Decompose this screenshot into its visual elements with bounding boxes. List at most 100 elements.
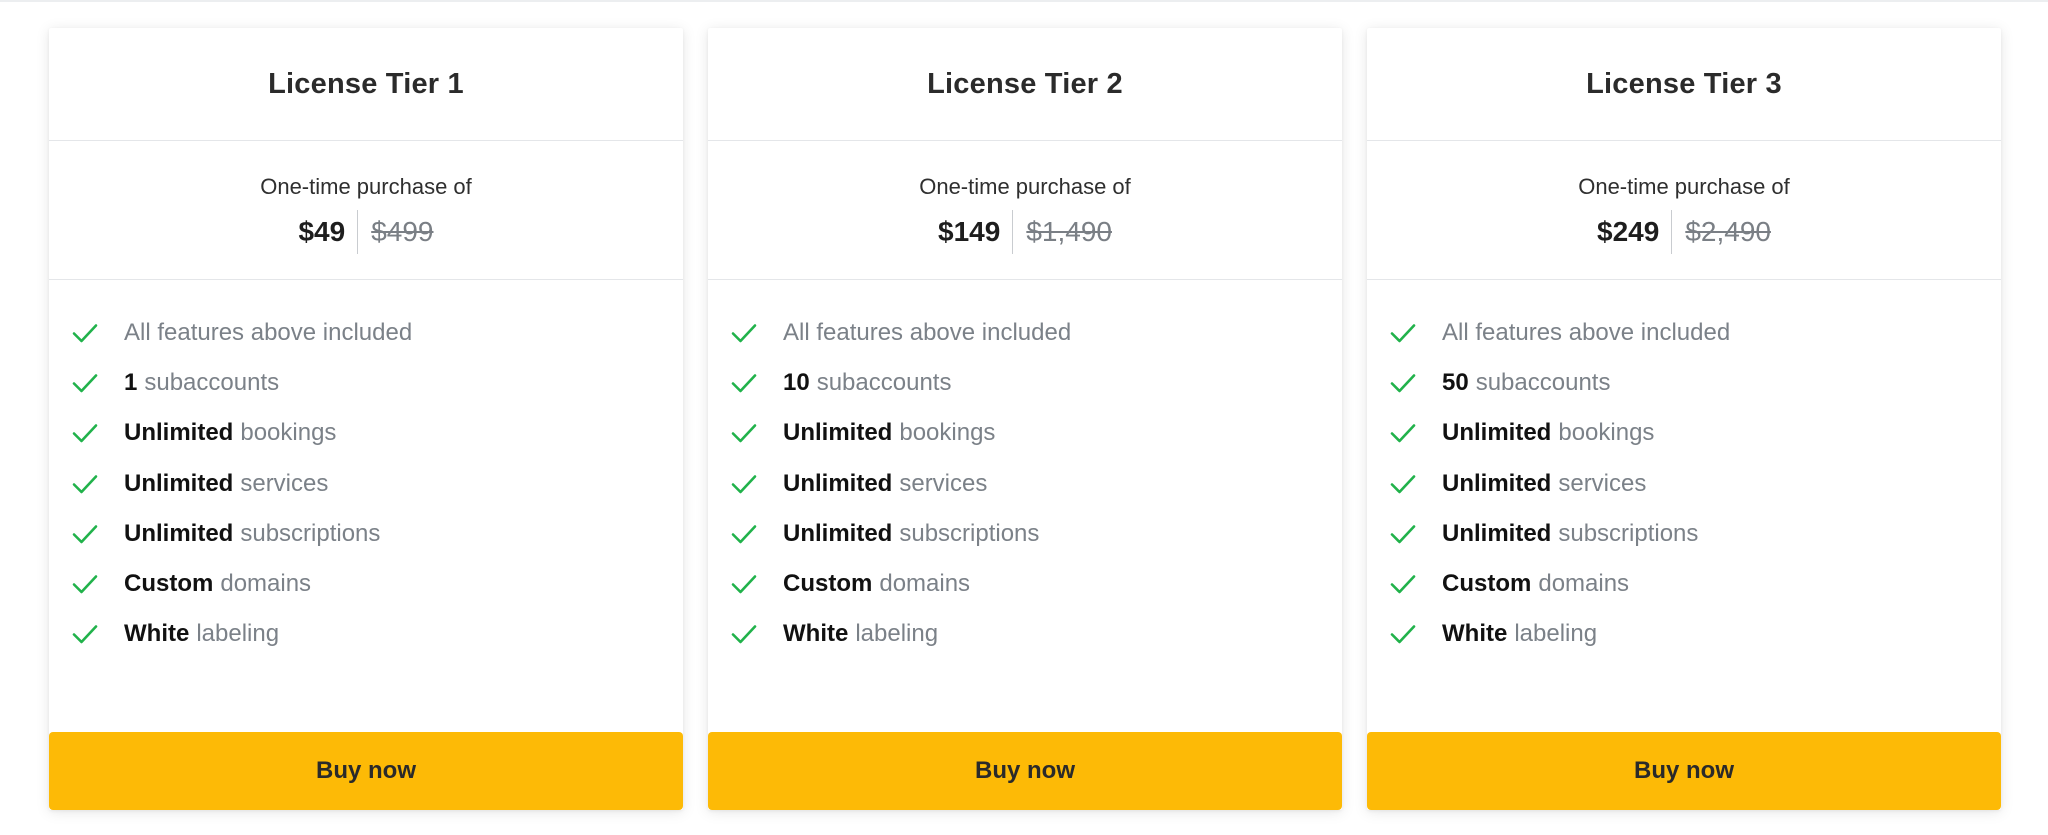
current-price: $49 [298, 210, 359, 254]
check-icon [1389, 622, 1417, 646]
feature-label: bookings [1558, 419, 1655, 447]
feature-highlight: Unlimited [783, 519, 893, 547]
check-icon [1389, 522, 1417, 546]
feature-label: bookings [240, 419, 337, 447]
feature-highlight: White [124, 620, 190, 648]
price-caption: One-time purchase of [260, 174, 472, 199]
current-price: $249 [1597, 210, 1673, 254]
feature-label: bookings [899, 419, 996, 447]
feature-text: White labeling [1442, 620, 1597, 648]
feature-label: subscriptions [899, 519, 1040, 547]
check-icon [730, 522, 758, 546]
feature-label: All features above included [1442, 319, 1731, 347]
feature-item: Unlimited services [1389, 459, 2001, 509]
buy-now-button[interactable]: Buy now [1367, 732, 2001, 810]
feature-label: domains [879, 570, 971, 598]
card-header: License Tier 3 [1367, 28, 2001, 141]
feature-item: Unlimited subscriptions [1389, 509, 2001, 559]
feature-item: Custom domains [1389, 559, 2001, 609]
check-icon [71, 321, 99, 345]
feature-highlight: Unlimited [1442, 519, 1552, 547]
feature-text: All features above included [1442, 319, 1730, 347]
check-icon [730, 622, 758, 646]
buy-now-button[interactable]: Buy now [708, 732, 1342, 810]
feature-item: All features above included [1389, 308, 2001, 358]
pricing-card-tier-3: License Tier 3 One-time purchase of $249… [1367, 28, 2001, 810]
check-icon [1389, 421, 1417, 445]
check-icon [71, 572, 99, 596]
feature-text: Unlimited subscriptions [124, 520, 380, 548]
feature-highlight: Unlimited [124, 469, 234, 497]
card-header: License Tier 1 [49, 28, 683, 141]
feature-text: 10 subaccounts [783, 369, 951, 397]
feature-text: 1 subaccounts [124, 369, 279, 397]
check-icon [730, 421, 758, 445]
price-block: One-time purchase of $249 $2,490 [1367, 141, 2001, 280]
check-icon [730, 572, 758, 596]
feature-highlight: 1 [124, 369, 138, 397]
feature-item: Unlimited subscriptions [71, 509, 683, 559]
card-title: License Tier 1 [268, 67, 464, 100]
feature-item: All features above included [730, 308, 1342, 358]
check-icon [1389, 321, 1417, 345]
feature-text: Unlimited subscriptions [783, 520, 1039, 548]
feature-label: services [899, 469, 988, 497]
feature-text: 50 subaccounts [1442, 369, 1610, 397]
feature-highlight: White [783, 620, 849, 648]
feature-label: subaccounts [816, 369, 952, 397]
feature-item: Unlimited subscriptions [730, 509, 1342, 559]
pricing-card-tier-2: License Tier 2 One-time purchase of $149… [708, 28, 1342, 810]
feature-item: Custom domains [730, 559, 1342, 609]
feature-label: services [240, 469, 329, 497]
card-title: License Tier 2 [927, 67, 1123, 100]
feature-label: subscriptions [240, 519, 381, 547]
feature-item: 10 subaccounts [730, 358, 1342, 408]
check-icon [71, 421, 99, 445]
feature-text: Custom domains [1442, 570, 1629, 598]
feature-highlight: Unlimited [124, 519, 234, 547]
feature-item: White labeling [1389, 609, 2001, 659]
original-price: $2,490 [1685, 216, 1771, 247]
feature-list: All features above included 50 subaccount… [1367, 280, 2001, 659]
check-icon [730, 371, 758, 395]
card-header: License Tier 2 [708, 28, 1342, 141]
check-icon [1389, 472, 1417, 496]
feature-item: All features above included [71, 308, 683, 358]
feature-text: Unlimited services [1442, 470, 1646, 498]
price-caption: One-time purchase of [1578, 174, 1790, 199]
feature-item: White labeling [71, 609, 683, 659]
feature-list: All features above included 10 subaccount… [708, 280, 1342, 659]
feature-highlight: White [1442, 620, 1508, 648]
price-row: $49 $499 [49, 210, 683, 254]
feature-highlight: Unlimited [783, 469, 893, 497]
check-icon [71, 371, 99, 395]
feature-item: 50 subaccounts [1389, 358, 2001, 408]
feature-label: All features above included [124, 319, 413, 347]
price-caption: One-time purchase of [919, 174, 1131, 199]
feature-highlight: Custom [1442, 570, 1532, 598]
feature-label: services [1558, 469, 1647, 497]
feature-text: Unlimited subscriptions [1442, 520, 1698, 548]
feature-text: Unlimited bookings [1442, 419, 1654, 447]
check-icon [730, 321, 758, 345]
price-block: One-time purchase of $49 $499 [49, 141, 683, 280]
feature-text: All features above included [783, 319, 1071, 347]
feature-highlight: Custom [124, 570, 214, 598]
pricing-card-tier-1: License Tier 1 One-time purchase of $49 … [49, 28, 683, 810]
feature-text: All features above included [124, 319, 412, 347]
price-block: One-time purchase of $149 $1,490 [708, 141, 1342, 280]
original-price: $499 [371, 216, 434, 247]
feature-item: Unlimited bookings [730, 408, 1342, 458]
feature-highlight: Custom [783, 570, 873, 598]
price-row: $249 $2,490 [1367, 210, 2001, 254]
original-price: $1,490 [1026, 216, 1112, 247]
check-icon [71, 522, 99, 546]
feature-label: domains [220, 570, 312, 598]
feature-text: Unlimited bookings [124, 419, 336, 447]
feature-item: Unlimited bookings [1389, 408, 2001, 458]
current-price: $149 [938, 210, 1014, 254]
feature-label: labeling [196, 620, 280, 648]
card-title: License Tier 3 [1586, 67, 1782, 100]
feature-highlight: Unlimited [1442, 469, 1552, 497]
buy-now-button[interactable]: Buy now [49, 732, 683, 810]
